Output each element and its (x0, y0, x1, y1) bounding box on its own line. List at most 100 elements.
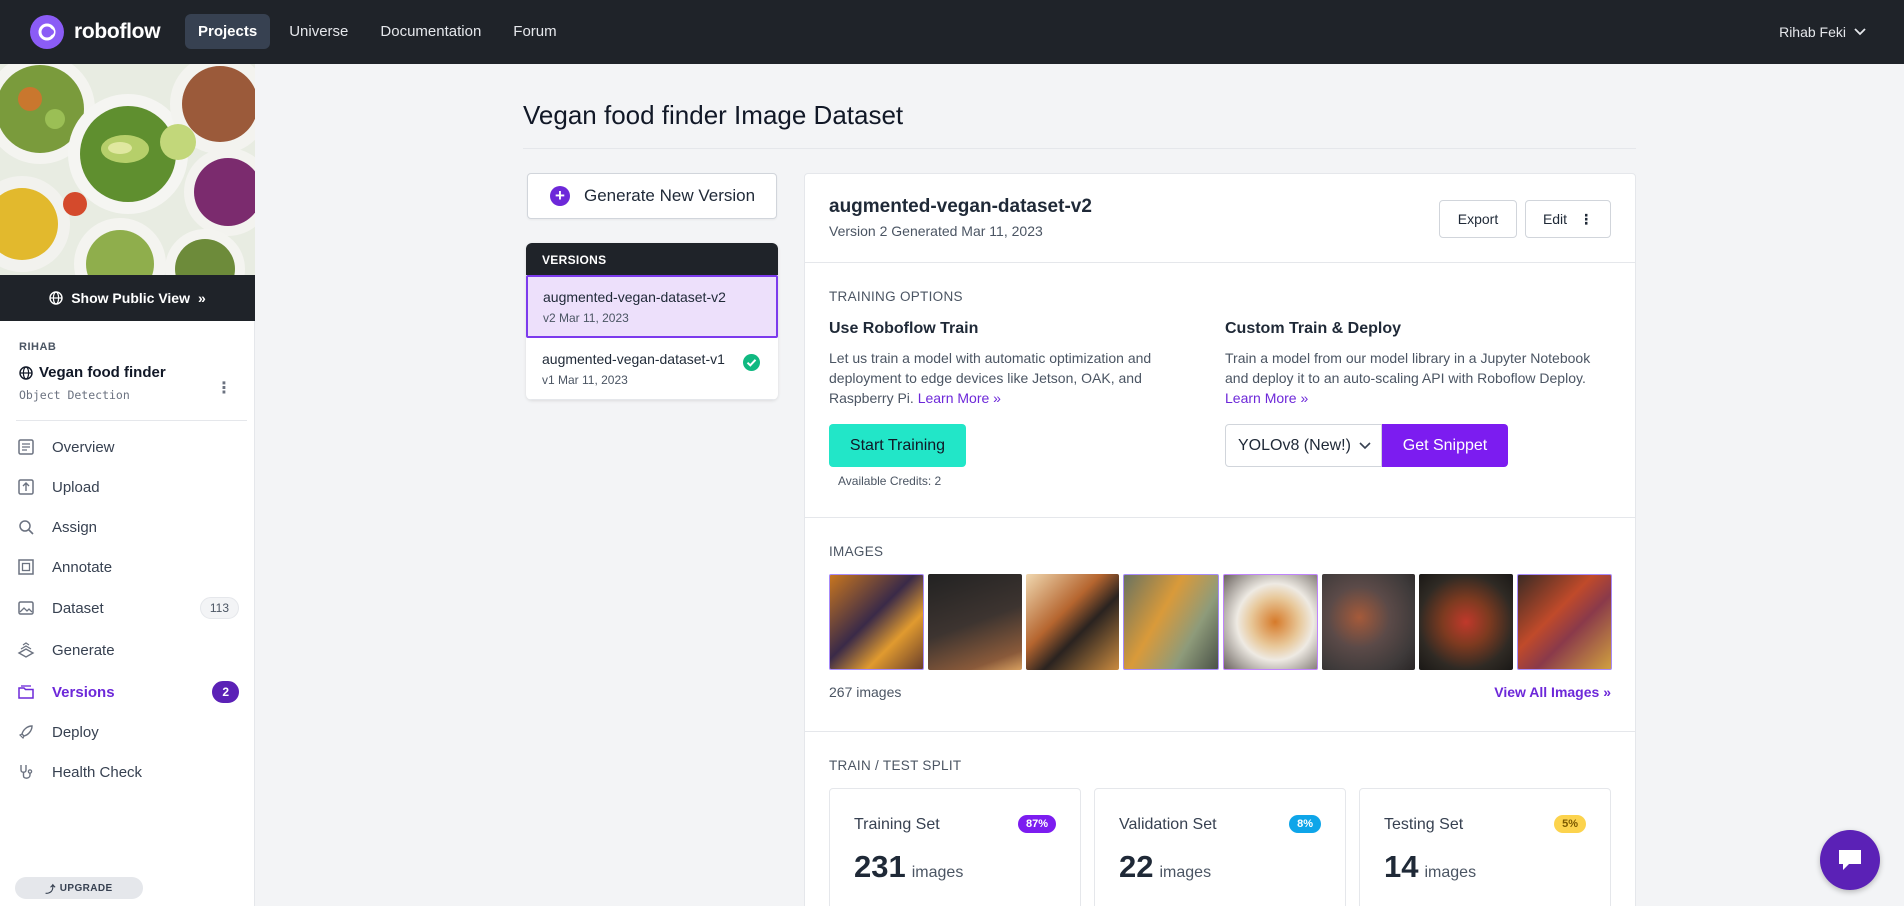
split-count: 22 images (1119, 849, 1211, 885)
split-count-value: 231 (854, 849, 906, 884)
view-all-images-label: View All Images (1494, 684, 1600, 700)
edit-button[interactable]: Edit ⋮ (1525, 200, 1611, 238)
chevron-down-icon (1359, 441, 1371, 449)
images-icon (18, 601, 34, 615)
image-thumbnail[interactable] (928, 574, 1022, 670)
edit-label: Edit (1542, 211, 1568, 227)
double-chevron-right-icon: » (197, 290, 206, 306)
search-icon (19, 520, 34, 535)
version-meta: v2 Mar 11, 2023 (543, 311, 629, 325)
split-count-value: 22 (1119, 849, 1154, 884)
sidebar-item-label: Dataset (52, 599, 104, 617)
split-unit: images (1159, 864, 1212, 881)
sidebar-item-deploy[interactable]: Deploy (0, 715, 255, 749)
image-thumbnail[interactable] (829, 574, 925, 670)
generate-new-version-button[interactable]: + Generate New Version (527, 173, 777, 219)
sidebar-item-generate[interactable]: Generate (0, 633, 255, 667)
split-name: Validation Set (1119, 816, 1217, 833)
train-test-split-label: TRAIN / TEST SPLIT (829, 758, 962, 773)
sidebar-item-health-check[interactable]: Health Check (0, 755, 255, 789)
user-menu[interactable]: Rihab Feki (1779, 24, 1866, 40)
project-more-icon[interactable]: ⋮ (216, 381, 232, 397)
version-subtitle: Version 2 Generated Mar 11, 2023 (829, 223, 1043, 239)
learn-more-link[interactable]: Learn More » (918, 390, 1001, 406)
brand-name: roboflow (74, 20, 161, 43)
chat-support-button[interactable] (1820, 830, 1880, 890)
roboflow-logo-icon (30, 15, 64, 49)
sidebar-item-label: Versions (52, 683, 115, 701)
version-item-v1[interactable]: augmented-vegan-dataset-v1 v1 Mar 11, 20… (526, 338, 778, 400)
sidebar-item-label: Health Check (52, 763, 143, 781)
nav-universe[interactable]: Universe (276, 14, 361, 49)
learn-more-label: Learn More (917, 390, 990, 406)
generate-icon (17, 642, 35, 658)
sidebar-item-upload[interactable]: Upload (0, 470, 255, 504)
sidebar-item-label: Annotate (52, 558, 113, 576)
validation-set-card: Validation Set 8% 22 images (1094, 788, 1346, 906)
trained-check-icon (743, 354, 760, 371)
split-unit: images (911, 864, 964, 881)
versions-header: VERSIONS (526, 243, 778, 275)
sidebar-item-versions[interactable]: Versions 2 (0, 675, 255, 709)
section-divider (805, 731, 1635, 732)
roboflow-train-description: Let us train a model with automatic opti… (829, 348, 1204, 408)
split-name: Testing Set (1384, 816, 1464, 833)
show-public-view-button[interactable]: Show Public View » (0, 275, 255, 321)
images-label: IMAGES (829, 544, 884, 559)
split-percent-badge: 5% (1554, 815, 1586, 833)
learn-more-link[interactable]: Learn More » (1225, 390, 1308, 406)
project-name[interactable]: Vegan food finder (19, 364, 166, 381)
split-name: Training Set (854, 816, 940, 833)
sidebar-item-assign[interactable]: Assign (0, 510, 255, 544)
nav-forum[interactable]: Forum (500, 14, 569, 49)
custom-train-heading: Custom Train & Deploy (1225, 320, 1402, 337)
sidebar-divider (16, 420, 247, 421)
plus-circle-icon: + (550, 186, 570, 206)
version-title: augmented-vegan-dataset-v2 (829, 196, 1092, 217)
version-detail-card: augmented-vegan-dataset-v2 Version 2 Gen… (804, 173, 1636, 906)
versions-list: VERSIONS augmented-vegan-dataset-v2 v2 M… (526, 243, 778, 400)
stethoscope-icon (20, 765, 33, 779)
version-name: augmented-vegan-dataset-v1 (542, 351, 725, 367)
sidebar-item-dataset[interactable]: Dataset 113 (0, 591, 255, 625)
export-button[interactable]: Export (1439, 200, 1517, 238)
version-item-v2[interactable]: augmented-vegan-dataset-v2 v2 Mar 11, 20… (526, 275, 778, 338)
rocket-icon (18, 725, 33, 740)
get-snippet-button[interactable]: Get Snippet (1382, 424, 1508, 467)
training-options-label: TRAINING OPTIONS (829, 289, 963, 304)
start-training-button[interactable]: Start Training (829, 424, 966, 467)
image-thumbnail[interactable] (1222, 574, 1318, 670)
split-percent-badge: 87% (1017, 815, 1056, 833)
globe-icon (49, 291, 63, 305)
sidebar: Show Public View » RIHAB Vegan food find… (0, 64, 255, 906)
get-snippet-label: Get Snippet (1402, 436, 1488, 454)
image-thumbnail[interactable] (1516, 574, 1612, 670)
workspace-label: RIHAB (19, 341, 57, 353)
split-percent-badge: 8% (1289, 815, 1321, 833)
sidebar-item-overview[interactable]: Overview (0, 430, 255, 464)
sidebar-item-annotate[interactable]: Annotate (0, 550, 255, 584)
split-count: 14 images (1384, 849, 1476, 885)
view-all-images-link[interactable]: View All Images » (1494, 684, 1611, 700)
versions-count-badge: 2 (212, 681, 239, 703)
version-name: augmented-vegan-dataset-v2 (543, 289, 726, 305)
title-divider (523, 148, 1636, 149)
image-thumbnail[interactable] (1419, 574, 1513, 670)
roboflow-logo[interactable]: roboflow (30, 15, 161, 49)
user-name: Rihab Feki (1779, 24, 1846, 40)
model-select-value: YOLOv8 (New!) (1238, 436, 1351, 454)
section-divider (805, 262, 1635, 263)
upgrade-label: UPGRADE (59, 882, 113, 894)
custom-train-description: Train a model from our model library in … (1225, 348, 1600, 408)
show-public-view-label: Show Public View (71, 290, 190, 306)
image-thumbnail[interactable] (1123, 574, 1219, 670)
nav-documentation[interactable]: Documentation (367, 14, 494, 49)
image-thumbnail[interactable] (1321, 574, 1416, 670)
image-thumbnail[interactable] (1025, 574, 1120, 670)
project-cover-image (0, 64, 255, 275)
upgrade-button[interactable]: ⤴ UPGRADE (15, 877, 143, 899)
more-vertical-icon: ⋮ (1579, 210, 1594, 227)
page-title: Vegan food finder Image Dataset (523, 100, 904, 130)
nav-projects[interactable]: Projects (185, 14, 271, 49)
model-select[interactable]: YOLOv8 (New!) (1225, 424, 1382, 467)
